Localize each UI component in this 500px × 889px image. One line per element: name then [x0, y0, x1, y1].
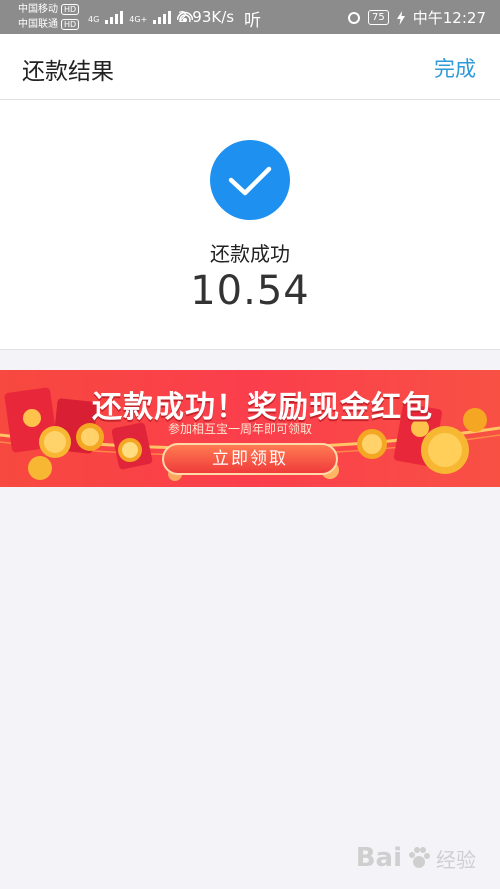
hd-badge-2: HD — [61, 19, 80, 30]
repayment-status: 还款成功 — [210, 242, 290, 266]
ting-icon: 听 — [244, 11, 261, 31]
clock: 中午12:27 — [412, 9, 486, 27]
battery-icon: 75 — [368, 10, 389, 25]
charging-icon — [396, 10, 405, 25]
network-type-2: 4G+ — [129, 15, 148, 24]
carrier-info: 中国移动 HD 中国联通 HD — [18, 2, 80, 32]
signal-icon-2 — [153, 11, 172, 24]
alarm-icon — [348, 11, 361, 24]
success-check-icon — [210, 140, 290, 220]
watermark-suffix: 经验 — [436, 847, 476, 872]
repayment-amount: 10.54 — [190, 268, 310, 314]
promo-banner[interactable]: 还款成功！奖励现金红包 参加相互宝一周年即可领取 立即领取 — [0, 370, 500, 487]
network-type-1: 4G — [88, 15, 100, 24]
paw-icon — [409, 847, 430, 868]
right-status-icons: 75 中午12:27 — [348, 7, 486, 28]
signal-icon-1 — [105, 11, 124, 24]
carrier-row-1: 中国移动 HD — [18, 2, 80, 17]
result-card: 还款成功 10.54 — [0, 100, 500, 350]
banner-subtitle: 参加相互宝一周年即可领取 — [168, 422, 313, 436]
hd-badge-1: HD — [61, 4, 80, 15]
watermark-brand: Bai — [355, 843, 402, 873]
page-title: 还款结果 — [22, 59, 114, 85]
carrier-row-2: 中国联通 HD — [18, 17, 80, 32]
status-bar: 中国移动 HD 中国联通 HD 4G 4G+ 2.93K/s 听 75 中午12… — [0, 0, 500, 34]
baidu-watermark: Bai 经验 — [356, 843, 476, 873]
network-speed: 2.93K/s — [178, 8, 235, 26]
carrier-name-2: 中国联通 — [18, 19, 58, 30]
claim-now-button[interactable]: 立即领取 — [162, 443, 338, 475]
page-header: 还款结果 完成 — [0, 34, 500, 100]
carrier-name-1: 中国移动 — [18, 4, 58, 15]
done-button[interactable]: 完成 — [434, 53, 476, 83]
